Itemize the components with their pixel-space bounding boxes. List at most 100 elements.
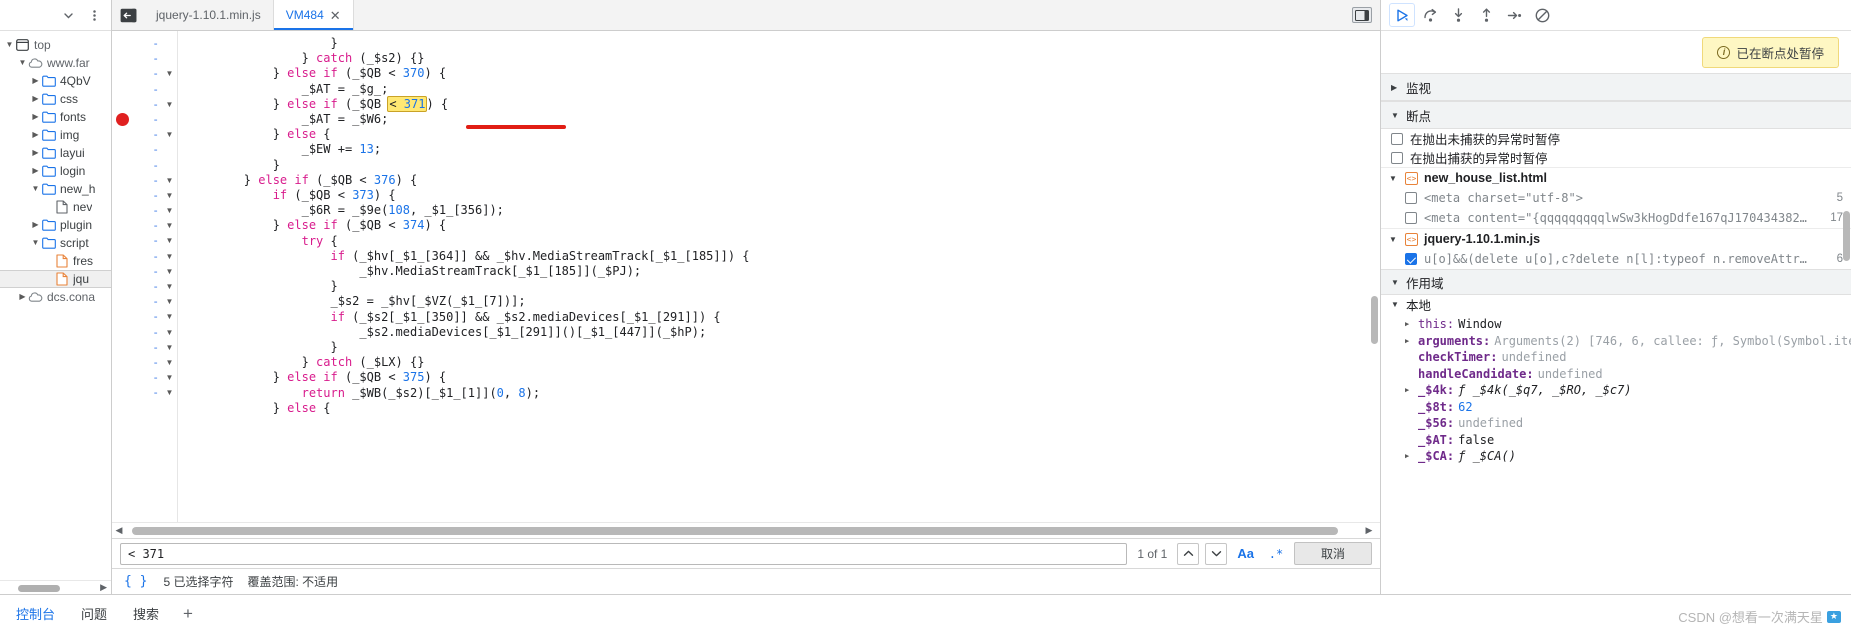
tree-item-img[interactable]: ▶ img [0,126,111,144]
tree-item-fres[interactable]: ▶fres [0,252,111,270]
more-vertical-icon[interactable] [83,4,105,26]
code-area[interactable]: ------------------------ ▼ ▼ ▼ ▼ ▼ ▼ ▼ ▼ ▼ ▼ ▼ ▼ ▼ ▼ ▼… [112,31,1380,522]
tree-item-script[interactable]: ▼ script [0,234,111,252]
resume-icon[interactable] [1389,3,1415,27]
chevron-right-icon[interactable]: ▶ [17,292,28,303]
checkbox[interactable] [1405,212,1417,224]
chevron-right-icon[interactable]: ▶ [30,94,41,105]
scope-local-header[interactable]: ▼ 本地 [1381,295,1851,314]
match-case-button[interactable]: Aa [1233,543,1258,565]
scope-variable-row[interactable]: ▶_$AT:false [1381,432,1851,449]
drawer-tab-console[interactable]: 控制台 [14,600,57,627]
tree-item-layui[interactable]: ▶ layui [0,144,111,162]
fold-toggle-icon[interactable]: ▼ [162,355,177,370]
fold-toggle-icon[interactable]: ▼ [162,203,177,218]
scrollbar-thumb[interactable] [1371,296,1378,344]
scroll-left-arrow[interactable]: ◀ [112,525,126,536]
step-icon[interactable] [1501,3,1527,27]
tree-item-login[interactable]: ▶ login [0,162,111,180]
search-input[interactable]: < 371 [120,542,1128,565]
breakpoint-row[interactable]: <meta charset="utf-8"> 5 [1381,188,1851,208]
drawer-tab-search[interactable]: 搜索 [131,600,161,627]
scope-variable-row[interactable]: ▶_$8t:62 [1381,399,1851,416]
file-tree[interactable]: ▼ top ▼ www.far ▶ 4QbV ▶ css ▶ fonts ▶ img ▶ layui ▶ lo… [0,31,111,580]
chevron-right-icon[interactable]: ▶ [1405,452,1414,460]
fold-toggle-icon[interactable]: ▼ [162,385,177,400]
fold-toggle-icon[interactable]: ▼ [162,325,177,340]
chevron-right-icon[interactable]: ▶ [1405,386,1414,394]
regex-button[interactable]: .* [1264,543,1288,565]
chevron-down-icon[interactable]: ▼ [4,40,15,51]
breakpoint-file-row[interactable]: ▼ <> jquery-1.10.1.min.js [1381,228,1851,249]
breakpoint-row[interactable]: <meta content="{qqqqqqqqqlwSw3kHogDdfe16… [1381,208,1851,228]
scrollbar-thumb[interactable] [1843,211,1850,261]
tree-item-nev[interactable]: ▶nev [0,198,111,216]
editor-tab-vm484[interactable]: VM484 ✕ [273,0,354,30]
editor-tab-jquery[interactable]: jquery-1.10.1.min.js [144,0,274,30]
chevron-right-icon[interactable]: ▶ [1405,320,1414,328]
chevron-right-icon[interactable]: ▶ [30,166,41,177]
scrollbar-thumb[interactable] [18,585,60,592]
pause-option-row[interactable]: 在抛出捕获的异常时暂停 [1381,148,1851,167]
fold-toggle-icon[interactable]: ▼ [162,127,177,142]
scope-variable-row[interactable]: ▶ arguments: Arguments(2) [746, 6, callee:… [1381,333,1851,350]
pretty-print-button[interactable]: { } [122,574,149,589]
watch-section-header[interactable]: ▶ 监视 [1381,73,1851,101]
scope-variable-row[interactable]: ▶ _$CA: ƒ _$CA() [1381,448,1851,465]
tree-item-www-far[interactable]: ▼ www.far [0,54,111,72]
chevron-right-icon[interactable]: ▶ [30,220,41,231]
tree-item-fonts[interactable]: ▶ fonts [0,108,111,126]
chevron-right-icon[interactable]: ▶ [1405,337,1414,345]
step-out-icon[interactable] [1473,3,1499,27]
scope-variable-row[interactable]: ▶checkTimer:undefined [1381,349,1851,366]
no-breakpoint-icon[interactable] [1529,3,1555,27]
fold-toggle-icon[interactable]: ▼ [162,264,177,279]
breakpoint-marker[interactable] [116,113,129,126]
checkbox[interactable] [1391,132,1403,145]
chevron-right-icon[interactable]: ▶ [30,148,41,159]
pause-option-row[interactable]: 在抛出未捕获的异常时暂停 [1381,129,1851,148]
fold-toggle-icon[interactable]: ▼ [162,66,177,81]
tree-item-jqu[interactable]: ▶jqu [0,270,111,288]
find-next-button[interactable] [1205,542,1228,565]
step-into-icon[interactable] [1445,3,1471,27]
scope-variable-row[interactable]: ▶_$56:undefined [1381,415,1851,432]
code-fold-gutter[interactable]: ▼ ▼ ▼ ▼ ▼ ▼ ▼ ▼ ▼ ▼ ▼ ▼ ▼ ▼ ▼ ▼ ▼ ▼ [162,31,178,522]
breakpoint-file-row[interactable]: ▼ <> new_house_list.html [1381,167,1851,188]
chevron-down-icon[interactable]: ▼ [30,238,41,249]
tree-item-dcs-cona[interactable]: ▶ dcs.cona [0,288,111,306]
panel-back-icon[interactable] [112,0,144,30]
tree-item-plugin[interactable]: ▶ plugin [0,216,111,234]
drawer-tab-issues[interactable]: 问题 [79,600,109,627]
chevron-down-icon[interactable]: ▼ [17,58,28,69]
navigator-hscrollbar[interactable]: ▶ [0,580,111,594]
scope-variables-list[interactable]: ▶ this: Window ▶ arguments: Arguments(2) [746… [1381,314,1851,465]
chevron-down-icon[interactable]: ▼ [30,184,41,195]
breakpoint-row[interactable]: u[o]&&(delete u[o],c?delete n[l]:typeof … [1381,249,1851,269]
tree-item-css[interactable]: ▶ css [0,90,111,108]
find-previous-button[interactable] [1177,542,1200,565]
chevron-down-icon[interactable]: ▼ [1389,174,1399,183]
chevron-right-icon[interactable]: ▶ [30,112,41,123]
breakpoint-gutter[interactable] [112,31,134,522]
fold-toggle-icon[interactable]: ▼ [162,173,177,188]
code-scroll-container[interactable]: } } catch (_$s2) {} } else if (_$QB < 37… [178,31,1380,522]
fold-toggle-icon[interactable]: ▼ [162,188,177,203]
fold-toggle-icon[interactable]: ▼ [162,249,177,264]
fold-toggle-icon[interactable]: ▼ [162,279,177,294]
fold-toggle-icon[interactable]: ▼ [162,233,177,248]
debugger-vscrollbar[interactable] [1842,31,1851,594]
close-icon[interactable]: ✕ [330,9,341,22]
code-vscrollbar[interactable] [1370,31,1379,498]
chevron-down-icon[interactable]: ▼ [1389,235,1399,244]
scrollbar-thumb[interactable] [132,527,1338,535]
checkbox[interactable] [1405,253,1417,265]
fold-toggle-icon[interactable]: ▼ [162,309,177,324]
chevron-down-icon[interactable] [57,4,79,26]
show-panel-icon[interactable] [1352,7,1372,23]
tree-item-new-h[interactable]: ▼ new_h [0,180,111,198]
fold-toggle-icon[interactable]: ▼ [162,97,177,112]
fold-toggle-icon[interactable]: ▼ [162,294,177,309]
cancel-button[interactable]: 取消 [1293,542,1372,565]
tree-item-top[interactable]: ▼ top [0,36,111,54]
